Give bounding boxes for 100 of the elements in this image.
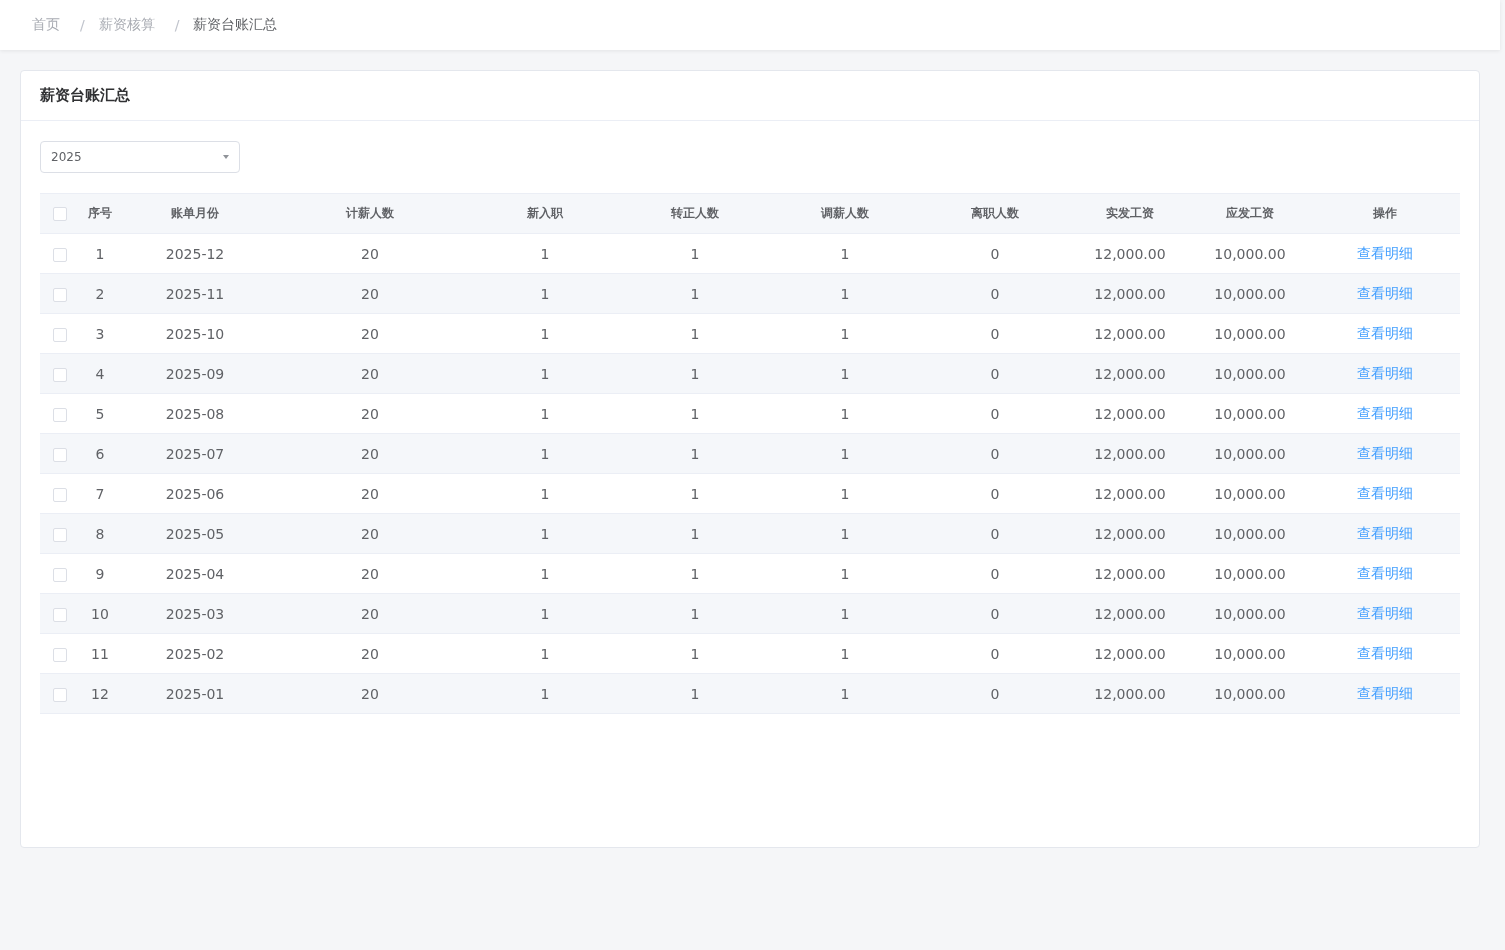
table-cell: 1 (770, 433, 920, 474)
view-details-link[interactable]: 查看明细 (1357, 284, 1413, 301)
table-cell: 0 (920, 553, 1070, 594)
column-header: 操作 (1310, 193, 1460, 234)
table-cell: 10,000.00 (1190, 393, 1310, 434)
table-cell: 12,000.00 (1070, 273, 1190, 314)
table-cell: 0 (920, 633, 1070, 674)
view-details-link[interactable]: 查看明细 (1357, 644, 1413, 661)
table-cell: 1 (470, 513, 620, 554)
year-select[interactable]: 2025 (40, 141, 240, 173)
table-cell: 20 (270, 473, 470, 514)
view-details-link[interactable]: 查看明细 (1357, 444, 1413, 461)
view-details-link[interactable]: 查看明细 (1357, 364, 1413, 381)
checkbox[interactable] (53, 687, 67, 702)
checkbox[interactable] (53, 327, 67, 342)
table-cell: 12,000.00 (1070, 673, 1190, 714)
table-cell: 0 (920, 593, 1070, 634)
table-cell: 11 (80, 633, 120, 674)
table-cell: 10 (80, 593, 120, 634)
table-cell: 1 (620, 633, 770, 674)
view-details-link[interactable]: 查看明细 (1357, 324, 1413, 341)
table-cell: 1 (770, 473, 920, 514)
table-cell: 1 (470, 433, 620, 474)
column-header: 调薪人数 (770, 193, 920, 234)
table-cell: 10,000.00 (1190, 433, 1310, 474)
breadcrumb-separator: / (174, 17, 180, 33)
breadcrumb-item[interactable]: 首页 (32, 16, 60, 34)
table-cell: 1 (620, 353, 770, 394)
checkbox[interactable] (53, 447, 67, 462)
checkbox[interactable] (53, 487, 67, 502)
table-cell: 12,000.00 (1070, 353, 1190, 394)
checkbox[interactable] (53, 247, 67, 262)
breadcrumb-item: 薪资台账汇总 (193, 16, 278, 34)
table-cell: 0 (920, 473, 1070, 514)
column-header: 序号 (80, 193, 120, 234)
table-cell: 1 (770, 353, 920, 394)
table-cell: 1 (770, 313, 920, 354)
table-cell: 0 (920, 313, 1070, 354)
table-cell: 1 (770, 273, 920, 314)
view-details-link[interactable]: 查看明细 (1357, 604, 1413, 621)
table-cell: 20 (270, 593, 470, 634)
caret-icon (223, 155, 229, 159)
checkbox[interactable] (53, 607, 67, 622)
table-cell: 20 (270, 233, 470, 274)
table-cell: 0 (920, 353, 1070, 394)
table-cell: 2025-11 (120, 273, 270, 314)
view-details-link[interactable]: 查看明细 (1357, 524, 1413, 541)
checkbox[interactable] (53, 206, 67, 221)
table-cell: 1 (620, 433, 770, 474)
view-details-link[interactable]: 查看明细 (1357, 684, 1413, 701)
table-cell: 12,000.00 (1070, 433, 1190, 474)
table-cell: 1 (80, 233, 120, 274)
table-cell: 1 (470, 393, 620, 434)
table-cell: 10,000.00 (1190, 313, 1310, 354)
column-header: 实发工资 (1070, 193, 1190, 234)
table-cell: 2025-04 (120, 553, 270, 594)
table-cell: 2025-12 (120, 233, 270, 274)
table-cell: 1 (470, 353, 620, 394)
view-details-link[interactable]: 查看明细 (1357, 484, 1413, 501)
table-cell: 20 (270, 633, 470, 674)
table-cell: 12,000.00 (1070, 633, 1190, 674)
breadcrumb-separator: / (80, 17, 85, 33)
column-header: 转正人数 (620, 193, 770, 234)
table-cell: 1 (470, 313, 620, 354)
checkbox[interactable] (53, 407, 67, 422)
table-cell: 1 (770, 233, 920, 274)
table-cell: 1 (770, 633, 920, 674)
checkbox[interactable] (53, 367, 67, 382)
table-cell: 3 (80, 313, 120, 354)
table-cell: 20 (270, 673, 470, 714)
table-cell: 12,000.00 (1070, 473, 1190, 514)
table-cell: 1 (470, 633, 620, 674)
table-cell: 0 (920, 433, 1070, 474)
view-details-link[interactable]: 查看明细 (1357, 244, 1413, 261)
table-cell: 6 (80, 433, 120, 474)
checkbox[interactable] (53, 287, 67, 302)
table-cell: 0 (920, 273, 1070, 314)
checkbox[interactable] (53, 567, 67, 582)
table-cell: 1 (770, 593, 920, 634)
table-cell: 1 (620, 553, 770, 594)
checkbox[interactable] (53, 527, 67, 542)
table-cell: 1 (770, 553, 920, 594)
checkbox[interactable] (53, 647, 67, 662)
view-details-link[interactable]: 查看明细 (1357, 564, 1413, 581)
view-details-link[interactable]: 查看明细 (1357, 404, 1413, 421)
table-cell: 2025-06 (120, 473, 270, 514)
table-cell: 10,000.00 (1190, 473, 1310, 514)
column-header: 离职人数 (920, 193, 1070, 234)
table-cell: 12,000.00 (1070, 513, 1190, 554)
table-cell: 1 (470, 233, 620, 274)
table-cell: 10,000.00 (1190, 633, 1310, 674)
breadcrumb-item[interactable]: 薪资核算 (98, 16, 155, 34)
table-cell: 0 (920, 233, 1070, 274)
table-cell: 1 (620, 273, 770, 314)
table-cell: 1 (770, 673, 920, 714)
table-cell: 9 (80, 553, 120, 594)
column-header: 应发工资 (1190, 193, 1310, 234)
table-cell: 5 (80, 393, 120, 434)
table-cell: 2025-09 (120, 353, 270, 394)
table-cell: 0 (920, 393, 1070, 434)
